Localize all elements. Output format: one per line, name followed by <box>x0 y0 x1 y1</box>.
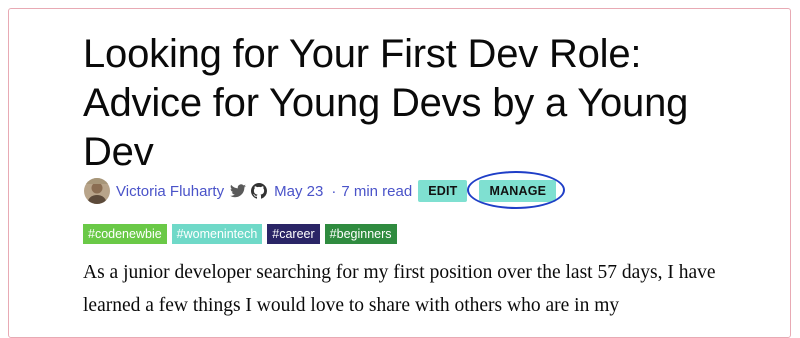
tag-beginners[interactable]: #beginners <box>324 224 397 244</box>
manage-button[interactable]: MANAGE <box>479 180 557 202</box>
tag-list: #codenewbie #womenintech #career #beginn… <box>83 224 397 244</box>
author-name[interactable]: Victoria Fluharty <box>116 183 224 200</box>
article-meta: Victoria Fluharty May 23 · 7 min read EDI… <box>84 171 566 209</box>
github-icon[interactable] <box>251 183 268 199</box>
edit-button[interactable]: EDIT <box>418 180 468 202</box>
publish-date: May 23 <box>274 182 324 200</box>
tag-career[interactable]: #career <box>267 224 320 244</box>
article-title: Looking for Your First Dev Role: Advice … <box>83 32 689 174</box>
manage-button-wrapper: MANAGE <box>467 171 566 209</box>
twitter-icon[interactable] <box>230 184 247 198</box>
article-body: As a junior developer searching for my f… <box>83 262 716 316</box>
read-time-label: 7 min read <box>341 182 413 200</box>
meta-separator: · <box>331 182 337 200</box>
tag-womenintech[interactable]: #womenintech <box>171 224 263 244</box>
read-time: · 7 min read <box>331 183 412 200</box>
author-avatar[interactable] <box>84 178 110 204</box>
tag-codenewbie[interactable]: #codenewbie <box>83 224 167 244</box>
